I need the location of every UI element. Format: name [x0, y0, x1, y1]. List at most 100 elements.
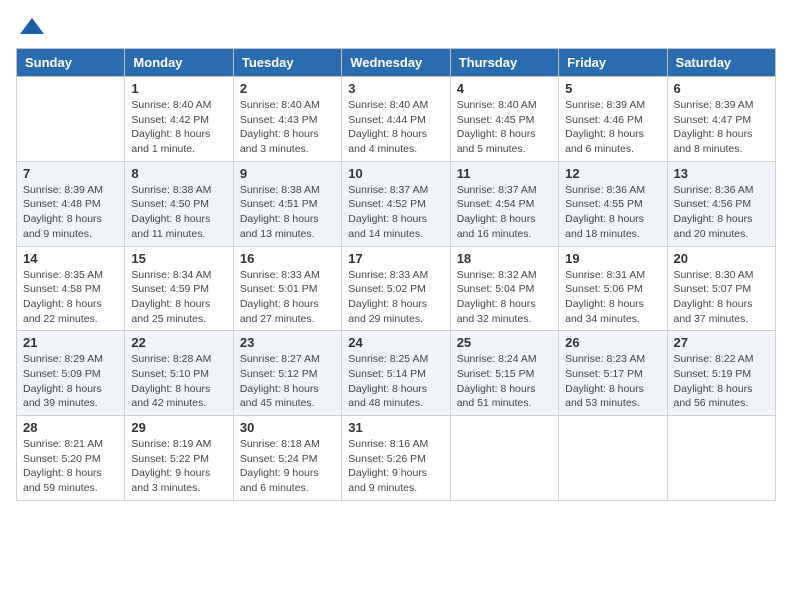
day-info: Sunrise: 8:16 AMSunset: 5:26 PMDaylight:… — [348, 437, 443, 496]
day-info: Sunrise: 8:37 AMSunset: 4:54 PMDaylight:… — [457, 183, 552, 242]
header-wednesday: Wednesday — [342, 49, 450, 77]
day-number: 11 — [457, 166, 552, 181]
calendar-cell: 3Sunrise: 8:40 AMSunset: 4:44 PMDaylight… — [342, 77, 450, 162]
day-number: 31 — [348, 420, 443, 435]
calendar-cell: 13Sunrise: 8:36 AMSunset: 4:56 PMDayligh… — [667, 161, 775, 246]
calendar-cell: 14 Sunrise: 8:35 AMSunset: 4:58 PMDayligh… — [17, 246, 125, 331]
calendar-cell: 4Sunrise: 8:40 AMSunset: 4:45 PMDaylight… — [450, 77, 558, 162]
calendar-cell: 5Sunrise: 8:39 AMSunset: 4:46 PMDaylight… — [559, 77, 667, 162]
day-info: Sunrise: 8:31 AMSunset: 5:06 PMDaylight:… — [565, 268, 660, 327]
calendar-cell: 2 Sunrise: 8:40 AMSunset: 4:43 PMDaylight… — [233, 77, 341, 162]
day-number: 26 — [565, 335, 660, 350]
day-number: 27 — [674, 335, 769, 350]
calendar-cell: 6 Sunrise: 8:39 AMSunset: 4:47 PMDaylight… — [667, 77, 775, 162]
day-info: Sunrise: 8:33 AMSunset: 5:02 PMDaylight:… — [348, 268, 443, 327]
day-number: 16 — [240, 251, 335, 266]
day-info: Sunrise: 8:28 AMSunset: 5:10 PMDaylight:… — [131, 352, 226, 411]
day-number: 12 — [565, 166, 660, 181]
calendar-cell: 24Sunrise: 8:25 AMSunset: 5:14 PMDayligh… — [342, 331, 450, 416]
calendar-cell: 22Sunrise: 8:28 AMSunset: 5:10 PMDayligh… — [125, 331, 233, 416]
calendar-cell: 11 Sunrise: 8:37 AMSunset: 4:54 PMDayligh… — [450, 161, 558, 246]
calendar-cell: 10 Sunrise: 8:37 AMSunset: 4:52 PMDayligh… — [342, 161, 450, 246]
calendar-cell: 15Sunrise: 8:34 AMSunset: 4:59 PMDayligh… — [125, 246, 233, 331]
calendar-cell: 31 Sunrise: 8:16 AMSunset: 5:26 PMDayligh… — [342, 416, 450, 501]
day-number: 30 — [240, 420, 335, 435]
calendar-cell: 1 Sunrise: 8:40 AMSunset: 4:42 PMDaylight… — [125, 77, 233, 162]
day-info: Sunrise: 8:37 AMSunset: 4:52 PMDaylight:… — [348, 183, 443, 242]
week-row-5: 28Sunrise: 8:21 AMSunset: 5:20 PMDayligh… — [17, 416, 776, 501]
day-info: Sunrise: 8:36 AMSunset: 4:55 PMDaylight:… — [565, 183, 660, 242]
day-number: 24 — [348, 335, 443, 350]
day-info: Sunrise: 8:35 AMSunset: 4:58 PMDaylight:… — [23, 268, 118, 327]
header-saturday: Saturday — [667, 49, 775, 77]
day-info: Sunrise: 8:19 AMSunset: 5:22 PMDaylight:… — [131, 437, 226, 496]
day-info: Sunrise: 8:38 AMSunset: 4:50 PMDaylight:… — [131, 183, 226, 242]
day-info: Sunrise: 8:39 AMSunset: 4:47 PMDaylight:… — [674, 98, 769, 157]
calendar-cell: 9 Sunrise: 8:38 AMSunset: 4:51 PMDaylight… — [233, 161, 341, 246]
day-info: Sunrise: 8:40 AMSunset: 4:42 PMDaylight:… — [131, 98, 226, 157]
calendar-cell — [667, 416, 775, 501]
day-number: 20 — [674, 251, 769, 266]
calendar-cell — [559, 416, 667, 501]
day-number: 10 — [348, 166, 443, 181]
day-info: Sunrise: 8:18 AMSunset: 5:24 PMDaylight:… — [240, 437, 335, 496]
page-header — [16, 16, 776, 36]
header-friday: Friday — [559, 49, 667, 77]
week-row-3: 14 Sunrise: 8:35 AMSunset: 4:58 PMDayligh… — [17, 246, 776, 331]
day-number: 17 — [348, 251, 443, 266]
day-info: Sunrise: 8:23 AMSunset: 5:17 PMDaylight:… — [565, 352, 660, 411]
day-number: 2 — [240, 81, 335, 96]
day-info: Sunrise: 8:40 AMSunset: 4:43 PMDaylight:… — [240, 98, 335, 157]
calendar-cell: 21 Sunrise: 8:29 AMSunset: 5:09 PMDayligh… — [17, 331, 125, 416]
day-number: 25 — [457, 335, 552, 350]
day-info: Sunrise: 8:24 AMSunset: 5:15 PMDaylight:… — [457, 352, 552, 411]
day-number: 4 — [457, 81, 552, 96]
day-info: Sunrise: 8:22 AMSunset: 5:19 PMDaylight:… — [674, 352, 769, 411]
day-number: 14 — [23, 251, 118, 266]
calendar-cell: 23 Sunrise: 8:27 AMSunset: 5:12 PMDayligh… — [233, 331, 341, 416]
calendar-cell: 20Sunrise: 8:30 AMSunset: 5:07 PMDayligh… — [667, 246, 775, 331]
calendar-cell: 29 Sunrise: 8:19 AMSunset: 5:22 PMDayligh… — [125, 416, 233, 501]
header-tuesday: Tuesday — [233, 49, 341, 77]
calendar-cell: 7 Sunrise: 8:39 AMSunset: 4:48 PMDaylight… — [17, 161, 125, 246]
day-info: Sunrise: 8:27 AMSunset: 5:12 PMDaylight:… — [240, 352, 335, 411]
day-number: 23 — [240, 335, 335, 350]
day-number: 1 — [131, 81, 226, 96]
calendar-cell: 8Sunrise: 8:38 AMSunset: 4:50 PMDaylight… — [125, 161, 233, 246]
calendar-cell: 26 Sunrise: 8:23 AMSunset: 5:17 PMDayligh… — [559, 331, 667, 416]
day-number: 19 — [565, 251, 660, 266]
day-info: Sunrise: 8:39 AMSunset: 4:46 PMDaylight:… — [565, 98, 660, 157]
day-number: 18 — [457, 251, 552, 266]
calendar-cell: 16 Sunrise: 8:33 AMSunset: 5:01 PMDayligh… — [233, 246, 341, 331]
day-number: 9 — [240, 166, 335, 181]
calendar-cell — [17, 77, 125, 162]
calendar-cell: 30 Sunrise: 8:18 AMSunset: 5:24 PMDayligh… — [233, 416, 341, 501]
day-info: Sunrise: 8:32 AMSunset: 5:04 PMDaylight:… — [457, 268, 552, 327]
calendar-cell: 18 Sunrise: 8:32 AMSunset: 5:04 PMDayligh… — [450, 246, 558, 331]
header-monday: Monday — [125, 49, 233, 77]
week-row-2: 7 Sunrise: 8:39 AMSunset: 4:48 PMDaylight… — [17, 161, 776, 246]
calendar-cell: 17 Sunrise: 8:33 AMSunset: 5:02 PMDayligh… — [342, 246, 450, 331]
calendar-cell: 12 Sunrise: 8:36 AMSunset: 4:55 PMDayligh… — [559, 161, 667, 246]
calendar-cell: 27 Sunrise: 8:22 AMSunset: 5:19 PMDayligh… — [667, 331, 775, 416]
header-row: SundayMondayTuesdayWednesdayThursdayFrid… — [17, 49, 776, 77]
calendar-cell: 28Sunrise: 8:21 AMSunset: 5:20 PMDayligh… — [17, 416, 125, 501]
day-number: 7 — [23, 166, 118, 181]
day-info: Sunrise: 8:29 AMSunset: 5:09 PMDaylight:… — [23, 352, 118, 411]
day-info: Sunrise: 8:39 AMSunset: 4:48 PMDaylight:… — [23, 183, 118, 242]
day-number: 28 — [23, 420, 118, 435]
calendar-table: SundayMondayTuesdayWednesdayThursdayFrid… — [16, 48, 776, 501]
day-number: 6 — [674, 81, 769, 96]
day-number: 29 — [131, 420, 226, 435]
calendar-cell — [450, 416, 558, 501]
day-number: 13 — [674, 166, 769, 181]
calendar-cell: 25 Sunrise: 8:24 AMSunset: 5:15 PMDayligh… — [450, 331, 558, 416]
day-number: 21 — [23, 335, 118, 350]
week-row-4: 21 Sunrise: 8:29 AMSunset: 5:09 PMDayligh… — [17, 331, 776, 416]
day-info: Sunrise: 8:33 AMSunset: 5:01 PMDaylight:… — [240, 268, 335, 327]
day-info: Sunrise: 8:34 AMSunset: 4:59 PMDaylight:… — [131, 268, 226, 327]
day-info: Sunrise: 8:38 AMSunset: 4:51 PMDaylight:… — [240, 183, 335, 242]
logo — [16, 16, 46, 36]
day-info: Sunrise: 8:40 AMSunset: 4:44 PMDaylight:… — [348, 98, 443, 157]
header-thursday: Thursday — [450, 49, 558, 77]
